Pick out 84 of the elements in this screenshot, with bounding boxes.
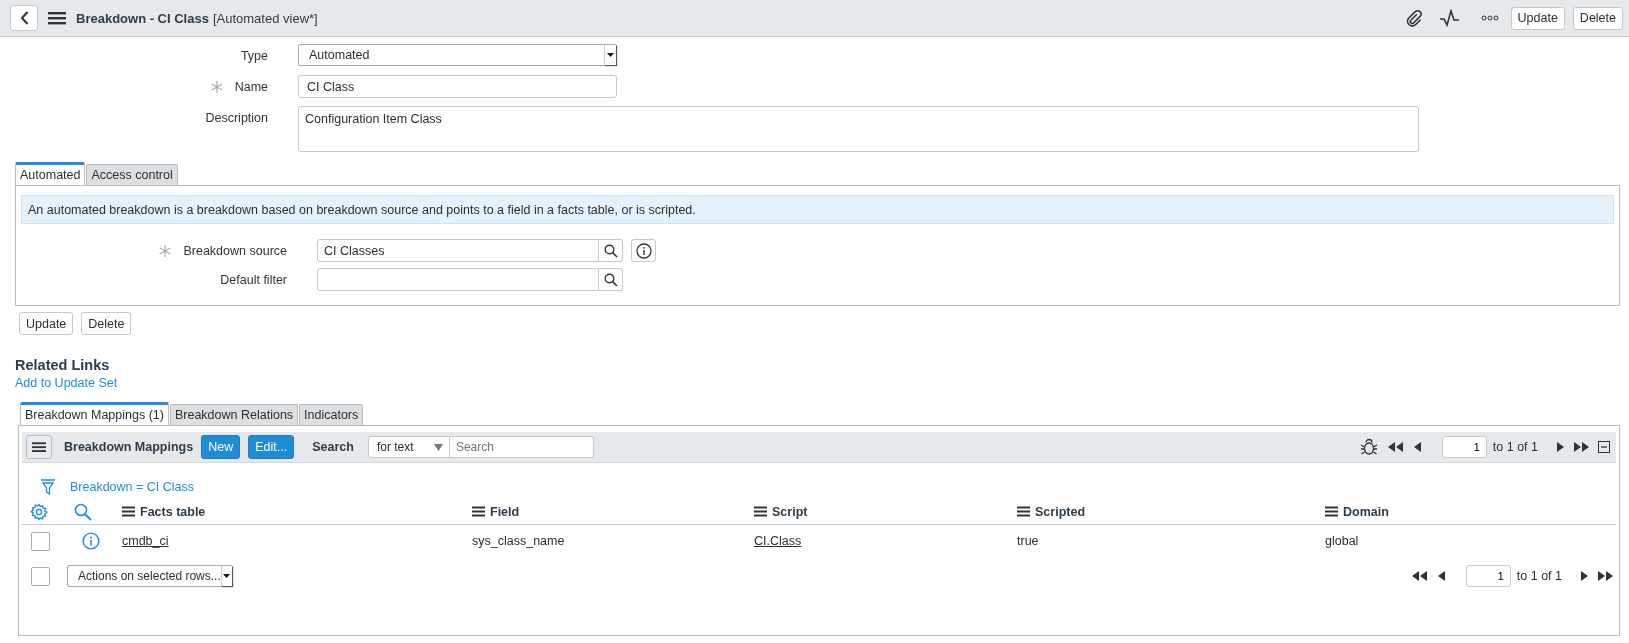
related-link[interactable]: Add to Update Set: [15, 376, 1629, 390]
list-menu-button[interactable]: [26, 435, 52, 459]
next-page-icon[interactable]: [1556, 442, 1564, 452]
description-field[interactable]: Configuration Item Class: [298, 106, 1419, 152]
delete-button[interactable]: Delete: [81, 312, 132, 335]
reference-field[interactable]: CI Classes: [317, 239, 599, 262]
more-icon[interactable]: [1480, 15, 1499, 21]
last-page-icon[interactable]: [1598, 571, 1614, 581]
info-icon: [635, 242, 652, 259]
next-page-icon[interactable]: [1580, 571, 1588, 581]
settings-icon[interactable]: [30, 502, 48, 521]
tab[interactable]: Automated: [15, 162, 86, 185]
search-icon: [603, 272, 618, 287]
table-cell: sys_class_name: [472, 534, 565, 548]
page-number-field[interactable]: 1: [1465, 565, 1511, 587]
search-label: Search: [312, 440, 354, 454]
caret-icon: [607, 53, 614, 57]
search-scope-select[interactable]: for text: [367, 436, 450, 458]
column-menu-icon[interactable]: [1017, 506, 1030, 517]
section-heading: Related Links: [15, 357, 111, 373]
table-cell: global: [1325, 534, 1359, 548]
paperclip-icon[interactable]: [1404, 9, 1423, 27]
back-icon: [19, 11, 29, 25]
column-menu-icon[interactable]: [122, 506, 135, 517]
last-page-icon[interactable]: [1574, 442, 1590, 452]
name-field[interactable]: CI Class: [298, 75, 617, 98]
page-range: to 1 of 1: [1516, 569, 1562, 583]
column-menu-icon[interactable]: [1325, 506, 1338, 517]
row-checkbox[interactable]: [31, 531, 50, 551]
search-button[interactable]: [599, 239, 623, 262]
tab[interactable]: Access control: [86, 164, 178, 185]
view-name: [Automated view*]: [212, 10, 318, 26]
first-page-icon[interactable]: [1411, 571, 1428, 581]
info-icon[interactable]: [82, 532, 100, 550]
previous-page-icon[interactable]: [1437, 571, 1446, 581]
field-label: Name: [234, 79, 268, 94]
column-header[interactable]: Domain: [1343, 504, 1389, 519]
select-all-checkbox[interactable]: [31, 566, 50, 586]
field-label: Type: [240, 48, 268, 63]
column-menu-icon[interactable]: [472, 506, 485, 517]
column-header[interactable]: Facts table: [140, 504, 206, 519]
edit-button[interactable]: Edit...: [248, 435, 295, 459]
collapse-icon[interactable]: [1598, 441, 1610, 453]
column-menu-icon[interactable]: [754, 506, 767, 517]
filter-icon[interactable]: [40, 478, 56, 496]
info-message: An automated breakdown is a breakdown based on breakdown source and points to a field in a facts table, or is scripted.: [21, 195, 1614, 224]
update-button[interactable]: Update: [1510, 6, 1565, 30]
record-link[interactable]: cmdb_ci: [122, 534, 169, 548]
search-field[interactable]: Search: [449, 436, 594, 458]
column-header[interactable]: Script: [772, 504, 808, 519]
first-page-icon[interactable]: [1387, 442, 1404, 452]
table-cell: true: [1017, 534, 1039, 548]
menu-icon[interactable]: [48, 11, 66, 25]
list-title: Breakdown Mappings: [64, 440, 194, 454]
update-button[interactable]: Update: [19, 312, 74, 335]
filter-breadcrumb[interactable]: Breakdown = CI Class: [70, 480, 194, 494]
actions-select[interactable]: Actions on selected rows...: [67, 565, 233, 587]
bug-icon[interactable]: [1359, 438, 1378, 456]
type-select[interactable]: Automated: [298, 44, 617, 66]
delete-button[interactable]: Delete: [1572, 6, 1623, 30]
column-header[interactable]: Scripted: [1035, 504, 1085, 519]
search-icon: [603, 243, 618, 258]
info-button[interactable]: [631, 239, 656, 262]
record-link[interactable]: CI.Class: [754, 534, 802, 548]
field-label: Default filter: [220, 272, 287, 287]
tab[interactable]: Indicators: [299, 404, 364, 425]
reference-field[interactable]: [317, 268, 599, 291]
caret-icon: [223, 574, 231, 578]
field-label: Breakdown source: [183, 243, 287, 258]
tab[interactable]: Breakdown Mappings (1): [20, 402, 169, 425]
new-button[interactable]: New: [201, 435, 241, 459]
page-number-field[interactable]: 1: [1441, 436, 1487, 458]
caret-icon: [433, 443, 443, 451]
column-header[interactable]: Field: [490, 504, 520, 519]
back-button[interactable]: [10, 5, 38, 31]
activity-icon[interactable]: [1438, 9, 1461, 27]
field-label: Description: [205, 110, 268, 125]
menu-icon: [32, 440, 46, 454]
tab[interactable]: Breakdown Relations: [169, 404, 299, 425]
page-range: to 1 of 1: [1492, 440, 1538, 454]
form-title: Breakdown - CI Class: [76, 10, 209, 26]
search-button[interactable]: [599, 268, 623, 291]
search-icon[interactable]: [74, 502, 92, 521]
previous-page-icon[interactable]: [1413, 442, 1422, 452]
